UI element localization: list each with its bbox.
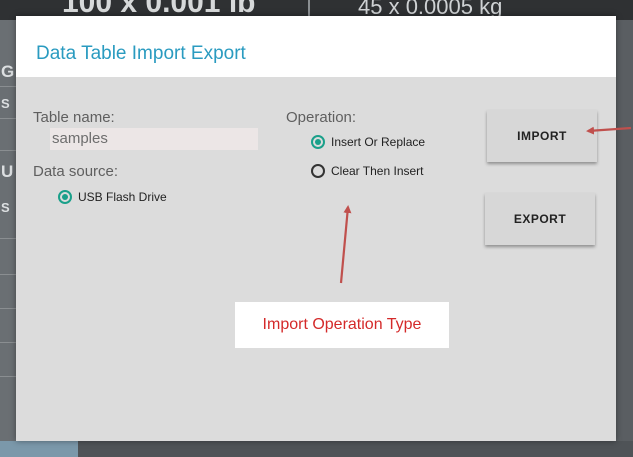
background-left-panel: G S U S [0,20,16,457]
background-side-char: S [1,96,10,111]
dialog-title: Data Table Import Export [36,43,246,64]
import-button[interactable]: IMPORT [487,110,597,162]
radio-checked-icon[interactable] [58,190,72,204]
background-row-divider [0,238,16,239]
operation-option-label: Clear Then Insert [331,164,424,178]
background-row-divider [0,86,16,87]
data-source-usb-label: USB Flash Drive [78,190,167,204]
operation-option-label: Insert Or Replace [331,135,426,149]
background-bottom-bar [0,441,633,457]
table-name-input[interactable] [50,128,258,150]
background-right-panel [616,20,633,457]
background-bottom-tab [0,441,78,457]
background-side-char: U [1,162,14,181]
background-row-divider [0,118,16,119]
export-button[interactable]: EXPORT [485,193,595,245]
operation-clear-then-insert-option[interactable]: Clear Then Insert [311,164,424,178]
operation-label: Operation: [286,109,357,126]
radio-checked-icon[interactable] [311,135,325,149]
table-name-label: Table name: [33,109,115,126]
radio-unchecked-icon[interactable] [311,164,325,178]
background-row-divider [0,376,16,377]
background-row-divider [0,274,16,275]
background-side-char: G [1,62,15,81]
operation-insert-or-replace-option[interactable]: Insert Or Replace [311,135,425,149]
background-row-divider [0,342,16,343]
background-row-divider [0,150,16,151]
dialog-header: Data Table Import Export [16,16,616,77]
import-export-dialog: Data Table Import Export Table name: Dat… [16,16,616,441]
background-side-char: S [1,200,10,215]
annotation-callout: Import Operation Type [235,302,449,348]
background-row-divider [0,308,16,309]
data-source-usb-option[interactable]: USB Flash Drive [58,190,167,204]
data-source-label: Data source: [33,163,119,180]
